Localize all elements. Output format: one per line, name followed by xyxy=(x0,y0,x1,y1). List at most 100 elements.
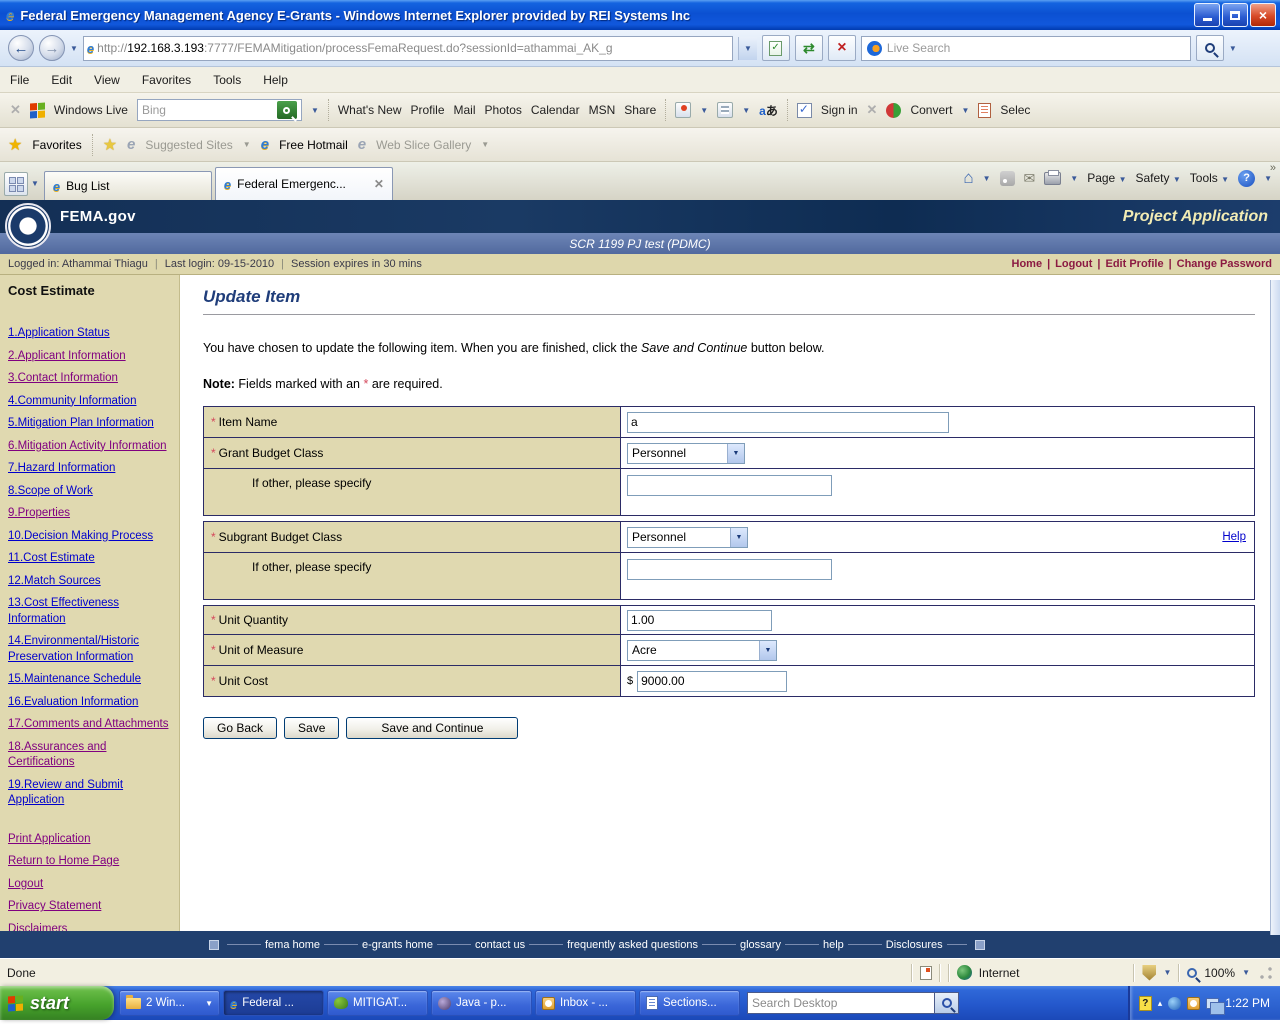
feed-dropdown[interactable]: ▼ xyxy=(742,106,750,115)
tools-menu-button[interactable]: Tools ▼ xyxy=(1190,171,1229,185)
logout-link[interactable]: Logout xyxy=(1055,258,1092,270)
read-mail-icon[interactable]: ✉ xyxy=(1024,170,1036,187)
tab-bug-list[interactable]: e Bug List xyxy=(44,171,212,200)
go-back-button[interactable]: Go Back xyxy=(203,717,277,739)
link-mail[interactable]: Mail xyxy=(454,103,476,117)
map-icon[interactable] xyxy=(675,102,691,118)
select-button[interactable]: Selec xyxy=(1000,103,1030,117)
menu-favorites[interactable]: Favorites xyxy=(142,73,191,87)
tray-sidebar-icon[interactable]: ? xyxy=(1139,996,1152,1011)
sidebar-item-decision-making-process[interactable]: 10.Decision Making Process xyxy=(8,529,173,545)
print-icon[interactable] xyxy=(1044,172,1061,185)
sidebar-return-home[interactable]: Return to Home Page xyxy=(8,854,173,870)
tray-outlook-icon[interactable] xyxy=(1187,997,1200,1010)
sidebar-item-properties[interactable]: 9.Properties xyxy=(8,506,173,522)
forward-button[interactable]: → xyxy=(39,35,65,61)
footer-fema-home[interactable]: fema home xyxy=(265,939,320,951)
add-favorite-icon[interactable]: ★ xyxy=(103,135,117,155)
tray-network-icon[interactable] xyxy=(1206,998,1219,1009)
favorites-button[interactable]: Favorites xyxy=(32,138,81,152)
menu-help[interactable]: Help xyxy=(263,73,288,87)
subgrant-budget-class-select[interactable]: Personnel▼ xyxy=(627,527,748,548)
link-share[interactable]: Share xyxy=(624,103,656,117)
start-button[interactable]: start xyxy=(0,986,114,1020)
menu-view[interactable]: View xyxy=(94,73,120,87)
suggested-sites-button[interactable]: Suggested Sites xyxy=(145,138,232,152)
help-dropdown[interactable]: ▼ xyxy=(1264,174,1272,183)
task-sections[interactable]: Sections... xyxy=(639,990,740,1016)
menu-file[interactable]: File xyxy=(10,73,29,87)
sign-in-button[interactable]: Sign in xyxy=(821,103,858,117)
sidebar-item-scope-of-work[interactable]: 8.Scope of Work xyxy=(8,484,173,500)
unit-of-measure-select[interactable]: Acre▼ xyxy=(627,640,777,661)
sidebar-item-cost-effectiveness-information[interactable]: 13.Cost Effectiveness Information xyxy=(8,596,173,627)
search-go-button[interactable] xyxy=(1196,35,1224,61)
live-search-input[interactable]: Live Search xyxy=(861,36,1191,61)
tab-close-icon[interactable]: ✕ xyxy=(374,177,384,191)
home-icon[interactable]: ⌂ xyxy=(963,168,973,188)
sidebar-item-comments-and-attachments[interactable]: 17.Comments and Attachments xyxy=(8,717,173,733)
link-calendar[interactable]: Calendar xyxy=(531,103,580,117)
free-hotmail-button[interactable]: Free Hotmail xyxy=(279,138,348,152)
bing-search-button[interactable] xyxy=(277,101,297,119)
sidebar-item-application-status[interactable]: 1.Application Status xyxy=(8,326,173,342)
unit-quantity-input[interactable] xyxy=(627,610,772,631)
clock[interactable]: 1:22 PM xyxy=(1225,996,1270,1010)
sidebar-logout[interactable]: Logout xyxy=(8,877,173,893)
minimize-button[interactable] xyxy=(1194,3,1220,27)
menu-tools[interactable]: Tools xyxy=(213,73,241,87)
zoom-level[interactable]: 100% xyxy=(1204,966,1235,980)
map-dropdown[interactable]: ▼ xyxy=(700,106,708,115)
footer-faq[interactable]: frequently asked questions xyxy=(567,939,698,951)
task-java[interactable]: Java - p... xyxy=(431,990,532,1016)
safety-menu-button[interactable]: Safety ▼ xyxy=(1136,171,1181,185)
web-slice-gallery-button[interactable]: Web Slice Gallery xyxy=(376,138,471,152)
convert-button[interactable]: Convert xyxy=(910,103,952,117)
grant-budget-class-select[interactable]: Personnel▼ xyxy=(627,443,745,464)
home-link[interactable]: Home xyxy=(1012,258,1043,270)
sidebar-item-review-and-submit[interactable]: 19.Review and Submit Application xyxy=(8,778,173,809)
sidebar-item-mitigation-plan-information[interactable]: 5.Mitigation Plan Information xyxy=(8,416,173,432)
footer-egrants-home[interactable]: e-grants home xyxy=(362,939,433,951)
footer-help[interactable]: help xyxy=(823,939,844,951)
maximize-button[interactable] xyxy=(1222,3,1248,27)
close-button[interactable]: × xyxy=(1250,3,1276,27)
help-link[interactable]: Help xyxy=(1222,531,1246,543)
sidebar-item-environmental-historic[interactable]: 14.Environmental/Historic Preservation I… xyxy=(8,634,173,665)
sidebar-item-hazard-information[interactable]: 7.Hazard Information xyxy=(8,461,173,477)
bing-search-input[interactable]: Bing xyxy=(137,99,302,121)
protected-mode-icon[interactable] xyxy=(1142,965,1156,981)
stop-button[interactable]: × xyxy=(828,35,856,61)
footer-contact-us[interactable]: contact us xyxy=(475,939,525,951)
sidebar-item-cost-estimate[interactable]: 11.Cost Estimate xyxy=(8,551,173,567)
save-button[interactable]: Save xyxy=(284,717,339,739)
resize-grip[interactable] xyxy=(1259,966,1273,980)
tray-messenger-icon[interactable] xyxy=(1168,997,1181,1010)
protected-mode-dropdown[interactable]: ▼ xyxy=(1163,968,1171,977)
print-dropdown[interactable]: ▼ xyxy=(1070,174,1078,183)
help-icon[interactable]: ? xyxy=(1238,170,1255,187)
back-button[interactable]: ← xyxy=(8,35,34,61)
sidebar-item-mitigation-activity-information[interactable]: 6.Mitigation Activity Information xyxy=(8,439,173,455)
unit-cost-input[interactable] xyxy=(637,671,787,692)
task-group-windows[interactable]: 2 Win...▼ xyxy=(119,990,220,1016)
tray-hidden-icons-chevron[interactable]: ▴ xyxy=(1158,998,1163,1009)
link-profile[interactable]: Profile xyxy=(411,103,445,117)
save-and-continue-button[interactable]: Save and Continue xyxy=(346,717,518,739)
search-options-dropdown[interactable]: ▼ xyxy=(1229,44,1237,53)
sidebar-item-maintenance-schedule[interactable]: 15.Maintenance Schedule xyxy=(8,672,173,688)
grant-other-input[interactable] xyxy=(627,475,832,496)
toolbar-close-icon[interactable]: ✕ xyxy=(10,102,21,118)
sidebar-print-application[interactable]: Print Application xyxy=(8,832,173,848)
link-whats-new[interactable]: What's New xyxy=(338,103,402,117)
feed-icon[interactable] xyxy=(717,102,733,118)
edit-profile-link[interactable]: Edit Profile xyxy=(1106,258,1164,270)
address-field[interactable]: e http://192.168.3.193:7777/FEMAMitigati… xyxy=(83,36,733,61)
menu-edit[interactable]: Edit xyxy=(51,73,72,87)
footer-glossary[interactable]: glossary xyxy=(740,939,781,951)
page-scrollbar[interactable] xyxy=(1270,280,1280,935)
sidebar-privacy-statement[interactable]: Privacy Statement xyxy=(8,899,173,915)
address-dropdown-button[interactable]: ▼ xyxy=(738,37,757,60)
tab-list-dropdown[interactable]: ▼ xyxy=(31,179,39,188)
web-slice-dropdown[interactable]: ▼ xyxy=(481,140,489,149)
